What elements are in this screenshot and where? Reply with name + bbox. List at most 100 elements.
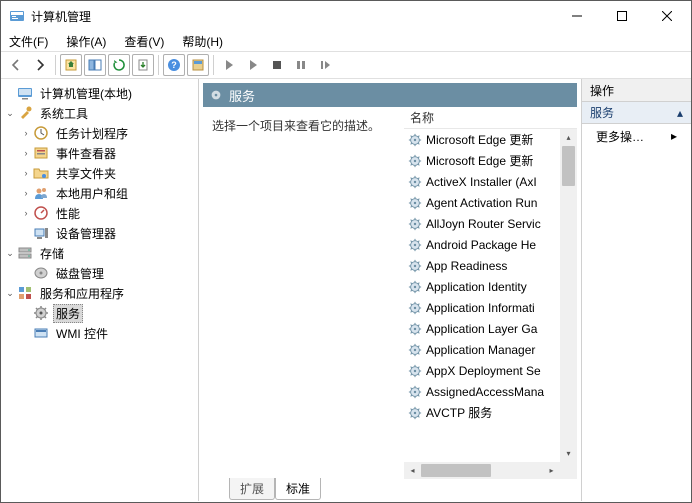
service-name: AssignedAccessMana xyxy=(426,385,544,399)
tree-label: 事件查看器 xyxy=(53,144,119,163)
scroll-corner xyxy=(560,462,577,479)
vertical-scrollbar[interactable]: ▴ ▾ xyxy=(560,129,577,462)
menu-file[interactable]: 文件(F) xyxy=(7,31,50,52)
service-row[interactable]: AVCTP 服务 xyxy=(404,402,560,423)
menu-help[interactable]: 帮助(H) xyxy=(180,31,225,52)
tree-label: 性能 xyxy=(53,204,83,223)
refresh-button[interactable] xyxy=(108,54,130,76)
actions-section[interactable]: 服务 ▴ xyxy=(582,102,691,124)
maximize-button[interactable] xyxy=(599,2,644,30)
expander-icon[interactable]: ⌄ xyxy=(3,246,17,260)
tab-extended[interactable]: 扩展 xyxy=(229,478,275,500)
service-row[interactable]: Agent Activation Run xyxy=(404,192,560,213)
storage-icon xyxy=(17,245,33,261)
expander-icon[interactable]: › xyxy=(19,126,33,140)
tree-label: 磁盘管理 xyxy=(53,264,107,283)
chevron-up-icon: ▴ xyxy=(677,106,683,120)
gear-icon xyxy=(408,154,422,168)
minimize-button[interactable] xyxy=(554,2,599,30)
restart-button[interactable] xyxy=(314,54,336,76)
service-row[interactable]: Android Package He xyxy=(404,234,560,255)
export-button[interactable] xyxy=(132,54,154,76)
play-button[interactable] xyxy=(218,54,240,76)
scroll-thumb[interactable] xyxy=(421,464,491,477)
show-hide-tree-button[interactable] xyxy=(84,54,106,76)
gear-icon xyxy=(33,305,49,321)
center-title: 服务 xyxy=(229,86,255,105)
service-row[interactable]: Application Informati xyxy=(404,297,560,318)
expander-icon[interactable]: › xyxy=(19,166,33,180)
actions-more[interactable]: 更多操… ▸ xyxy=(582,124,691,148)
close-button[interactable] xyxy=(644,2,689,30)
pause-button[interactable] xyxy=(290,54,312,76)
service-row[interactable]: Application Manager xyxy=(404,339,560,360)
service-name: AppX Deployment Se xyxy=(426,364,541,378)
gear-icon xyxy=(408,322,422,336)
scroll-thumb[interactable] xyxy=(562,146,575,186)
service-name: App Readiness xyxy=(426,259,507,273)
gear-icon xyxy=(408,385,422,399)
service-row[interactable]: ActiveX Installer (AxI xyxy=(404,171,560,192)
service-row[interactable]: Microsoft Edge 更新 xyxy=(404,129,560,150)
actions-section-label: 服务 xyxy=(590,104,614,121)
service-row[interactable]: Microsoft Edge 更新 xyxy=(404,150,560,171)
expander-icon[interactable]: › xyxy=(19,146,33,160)
description-text: 选择一个项目来查看它的描述。 xyxy=(212,119,380,133)
properties-button[interactable] xyxy=(187,54,209,76)
menu-view[interactable]: 查看(V) xyxy=(122,31,166,52)
play-button-2[interactable] xyxy=(242,54,264,76)
window-title: 计算机管理 xyxy=(31,8,554,25)
help-button[interactable]: ? xyxy=(163,54,185,76)
service-row[interactable]: AssignedAccessMana xyxy=(404,381,560,402)
tree-label: 任务计划程序 xyxy=(53,124,131,143)
tree-device-manager[interactable]: › 设备管理器 xyxy=(1,223,198,243)
actions-header: 操作 xyxy=(582,79,691,102)
tree-services-apps[interactable]: ⌄ 服务和应用程序 xyxy=(1,283,198,303)
service-row[interactable]: AppX Deployment Se xyxy=(404,360,560,381)
main-area: ▾ 计算机管理(本地) ⌄ 系统工具 › 任务计划程序 › 事件查看器 › xyxy=(1,79,691,501)
tree-disk-management[interactable]: › 磁盘管理 xyxy=(1,263,198,283)
tree-performance[interactable]: › 性能 xyxy=(1,203,198,223)
gear-icon xyxy=(408,301,422,315)
expander-icon[interactable]: › xyxy=(19,206,33,220)
forward-button[interactable] xyxy=(29,54,51,76)
tree-label: 本地用户和组 xyxy=(53,184,131,203)
service-name: Application Layer Ga xyxy=(426,322,537,336)
computer-icon xyxy=(17,85,33,101)
clock-icon xyxy=(33,125,49,141)
service-row[interactable]: AllJoyn Router Servic xyxy=(404,213,560,234)
tree-wmi[interactable]: › WMI 控件 xyxy=(1,323,198,343)
tree-task-scheduler[interactable]: › 任务计划程序 xyxy=(1,123,198,143)
service-row[interactable]: App Readiness xyxy=(404,255,560,276)
tree-storage[interactable]: ⌄ 存储 xyxy=(1,243,198,263)
event-icon xyxy=(33,145,49,161)
title-bar: 计算机管理 xyxy=(1,1,691,31)
tree-label: 服务 xyxy=(53,304,83,323)
tree-services[interactable]: › 服务 xyxy=(1,303,198,323)
tree-local-users[interactable]: › 本地用户和组 xyxy=(1,183,198,203)
tree-root[interactable]: ▾ 计算机管理(本地) xyxy=(1,83,198,103)
back-button[interactable] xyxy=(5,54,27,76)
service-name: AllJoyn Router Servic xyxy=(426,217,541,231)
scroll-up-button[interactable]: ▴ xyxy=(560,129,577,146)
expander-icon[interactable]: ⌄ xyxy=(3,106,17,120)
service-row[interactable]: Application Layer Ga xyxy=(404,318,560,339)
expander-icon[interactable]: › xyxy=(19,186,33,200)
up-button[interactable] xyxy=(60,54,82,76)
tab-standard[interactable]: 标准 xyxy=(275,478,321,500)
service-row[interactable]: Application Identity xyxy=(404,276,560,297)
stop-button[interactable] xyxy=(266,54,288,76)
tree-event-viewer[interactable]: › 事件查看器 xyxy=(1,143,198,163)
menu-action[interactable]: 操作(A) xyxy=(64,31,108,52)
service-name: Android Package He xyxy=(426,238,536,252)
scroll-right-button[interactable]: ▸ xyxy=(543,462,560,479)
tree-system-tools[interactable]: ⌄ 系统工具 xyxy=(1,103,198,123)
scroll-down-button[interactable]: ▾ xyxy=(560,445,577,462)
wmi-icon xyxy=(33,325,49,341)
column-header-name[interactable]: 名称 xyxy=(404,107,577,129)
scroll-left-button[interactable]: ◂ xyxy=(404,462,421,479)
toolbar: ? xyxy=(1,51,691,79)
horizontal-scrollbar[interactable]: ◂ ▸ xyxy=(404,462,560,479)
expander-icon[interactable]: ⌄ xyxy=(3,286,17,300)
tree-shared-folders[interactable]: › 共享文件夹 xyxy=(1,163,198,183)
